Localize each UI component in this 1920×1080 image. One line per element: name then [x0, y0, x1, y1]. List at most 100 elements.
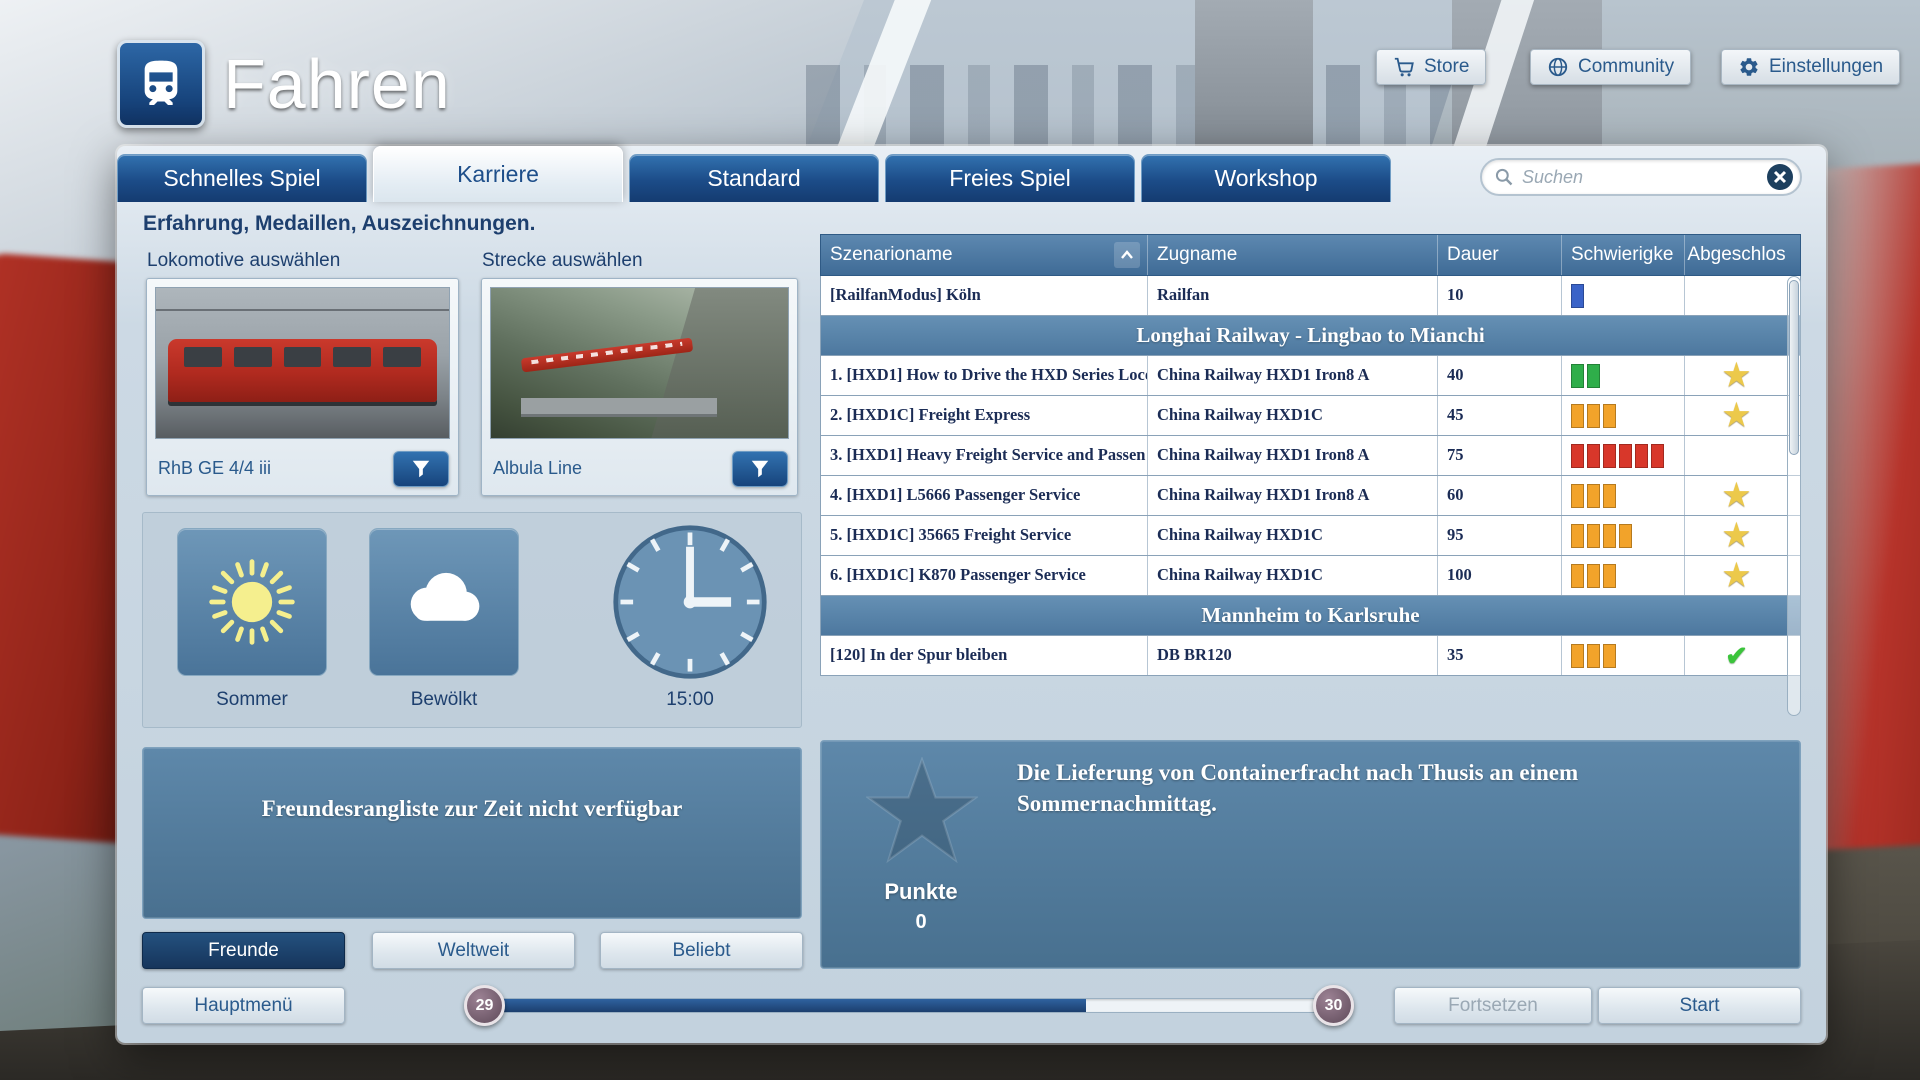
difficulty-segment — [1603, 404, 1616, 428]
tab-freies-spiel[interactable]: Freies Spiel — [885, 154, 1135, 202]
train-name-cell: China Railway HXD1 Iron8 A — [1148, 476, 1438, 515]
tab-karriere[interactable]: Karriere — [373, 146, 623, 202]
community-button[interactable]: Community — [1530, 49, 1691, 85]
scenario-table: Szenarioname Zugname Dauer Schwierigke A… — [820, 234, 1801, 676]
difficulty-segment — [1603, 524, 1616, 548]
scenario-row[interactable]: [120] In der Spur bleibenDB BR12035✔ — [820, 636, 1801, 676]
resume-button[interactable]: Fortsetzen — [1394, 987, 1592, 1024]
duration-cell: 95 — [1438, 516, 1562, 555]
route-selector[interactable]: Albula Line — [481, 278, 798, 496]
scenario-row[interactable]: 1. [HXD1] How to Drive the HXD Series Lo… — [820, 356, 1801, 396]
loco-selector[interactable]: RhB GE 4/4 iii — [146, 278, 459, 496]
completion-cell — [1685, 276, 1788, 315]
train-name-cell: Railfan — [1148, 276, 1438, 315]
loco-thumbnail[interactable] — [155, 287, 450, 439]
search-input[interactable] — [1522, 167, 1766, 188]
table-scrollbar[interactable] — [1787, 276, 1801, 716]
header-abgeschlossen[interactable]: Abgeschlos — [1685, 235, 1788, 275]
difficulty-cell — [1562, 276, 1685, 315]
filter-icon — [410, 458, 432, 480]
sky-label: Bewölkt — [369, 689, 519, 711]
viaduct — [521, 398, 717, 415]
loco-filter-button[interactable] — [393, 451, 449, 487]
community-button-label: Community — [1578, 56, 1674, 78]
loco-name: RhB GE 4/4 iii — [158, 458, 271, 479]
difficulty-segment — [1571, 284, 1584, 308]
duration-cell: 100 — [1438, 556, 1562, 595]
difficulty-segment — [1571, 444, 1584, 468]
worldwide-tab-button[interactable]: Weltweit — [372, 932, 575, 969]
difficulty-segment — [1571, 404, 1584, 428]
difficulty-segment — [1635, 444, 1648, 468]
star-icon: ★ — [1723, 477, 1750, 515]
season-tile[interactable] — [177, 528, 327, 676]
store-button[interactable]: Store — [1376, 49, 1486, 85]
search-box[interactable] — [1480, 158, 1802, 196]
difficulty-segment — [1587, 564, 1600, 588]
route-scene — [491, 288, 788, 438]
sort-ascending-icon[interactable] — [1114, 242, 1140, 268]
sky-tile[interactable] — [369, 528, 519, 676]
page-title-block: Fahren — [117, 40, 451, 128]
train-name-cell: China Railway HXD1 Iron8 A — [1148, 356, 1438, 395]
friends-leaderboard-panel: Freundesrangliste zur Zeit nicht verfügb… — [142, 747, 802, 919]
scenario-row[interactable]: 4. [HXD1] L5666 Passenger ServiceChina R… — [820, 476, 1801, 516]
header-szenarioname[interactable]: Szenarioname — [821, 235, 1148, 275]
difficulty-segment — [1619, 444, 1632, 468]
star-icon: ★ — [1723, 397, 1750, 435]
scenario-row[interactable]: 5. [HXD1C] 35665 Freight ServiceChina Ra… — [820, 516, 1801, 556]
locomotive-shape — [168, 339, 438, 402]
scenario-name-cell: 1. [HXD1] How to Drive the HXD Series Lo… — [821, 356, 1148, 395]
difficulty-segment — [1587, 404, 1600, 428]
train-name-cell: China Railway HXD1 Iron8 A — [1148, 436, 1438, 475]
current-level-badge: 29 — [464, 985, 505, 1026]
friends-tab-button[interactable]: Freunde — [142, 932, 345, 969]
scrollbar-thumb[interactable] — [1789, 280, 1799, 455]
difficulty-cell — [1562, 436, 1685, 475]
difficulty-segment — [1603, 484, 1616, 508]
page-title: Fahren — [223, 44, 451, 124]
header-schwierigkeit[interactable]: Schwierigke — [1562, 235, 1685, 275]
scenario-table-body: [RailfanModus] KölnRailfan10Longhai Rail… — [820, 276, 1801, 676]
star-icon: ★ — [1723, 357, 1750, 395]
store-button-label: Store — [1424, 56, 1469, 78]
scenario-name-cell: 3. [HXD1] Heavy Freight Service and Pass… — [821, 436, 1148, 475]
scenario-row[interactable]: 2. [HXD1C] Freight ExpressChina Railway … — [820, 396, 1801, 436]
tab-standard[interactable]: Standard — [629, 154, 879, 202]
start-button[interactable]: Start — [1598, 987, 1801, 1024]
conditions-panel: Sommer Bewölkt 15:00 — [142, 512, 802, 728]
main-window: Schnelles SpielKarriereStandardFreies Sp… — [117, 146, 1826, 1043]
duration-cell: 60 — [1438, 476, 1562, 515]
difficulty-cell — [1562, 476, 1685, 515]
route-filter-button[interactable] — [732, 451, 788, 487]
search-clear-icon[interactable] — [1766, 163, 1794, 191]
header-dauer[interactable]: Dauer — [1438, 235, 1562, 275]
settings-button[interactable]: Einstellungen — [1721, 49, 1900, 85]
scenario-name-cell: [120] In der Spur bleiben — [821, 636, 1148, 675]
completion-cell: ★ — [1685, 476, 1788, 515]
main-menu-button[interactable]: Hauptmenü — [142, 987, 345, 1024]
cloud-icon — [392, 550, 496, 654]
filter-icon — [749, 458, 771, 480]
scenario-row[interactable]: 3. [HXD1] Heavy Freight Service and Pass… — [820, 436, 1801, 476]
completion-cell: ★ — [1685, 396, 1788, 435]
route-thumbnail[interactable] — [490, 287, 789, 439]
tab-schnelles-spiel[interactable]: Schnelles Spiel — [117, 154, 367, 202]
scenario-row[interactable]: [RailfanModus] KölnRailfan10 — [820, 276, 1801, 316]
scenario-name-cell: 4. [HXD1] L5666 Passenger Service — [821, 476, 1148, 515]
tab-bar: Schnelles SpielKarriereStandardFreies Sp… — [117, 146, 1391, 202]
difficulty-segment — [1603, 564, 1616, 588]
popular-tab-button[interactable]: Beliebt — [600, 932, 803, 969]
next-level-badge: 30 — [1313, 985, 1354, 1026]
completion-cell: ✔ — [1685, 636, 1788, 675]
train-name-cell: China Railway HXD1C — [1148, 516, 1438, 555]
locomotive-windows — [184, 347, 421, 367]
tab-workshop[interactable]: Workshop — [1141, 154, 1391, 202]
difficulty-segment — [1603, 644, 1616, 668]
loco-select-label: Lokomotive auswählen — [147, 250, 340, 272]
train-name-cell: China Railway HXD1C — [1148, 556, 1438, 595]
scenario-row[interactable]: 6. [HXD1C] K870 Passenger ServiceChina R… — [820, 556, 1801, 596]
globe-icon — [1547, 56, 1569, 78]
header-zugname[interactable]: Zugname — [1148, 235, 1438, 275]
clock-icon[interactable] — [611, 523, 769, 681]
